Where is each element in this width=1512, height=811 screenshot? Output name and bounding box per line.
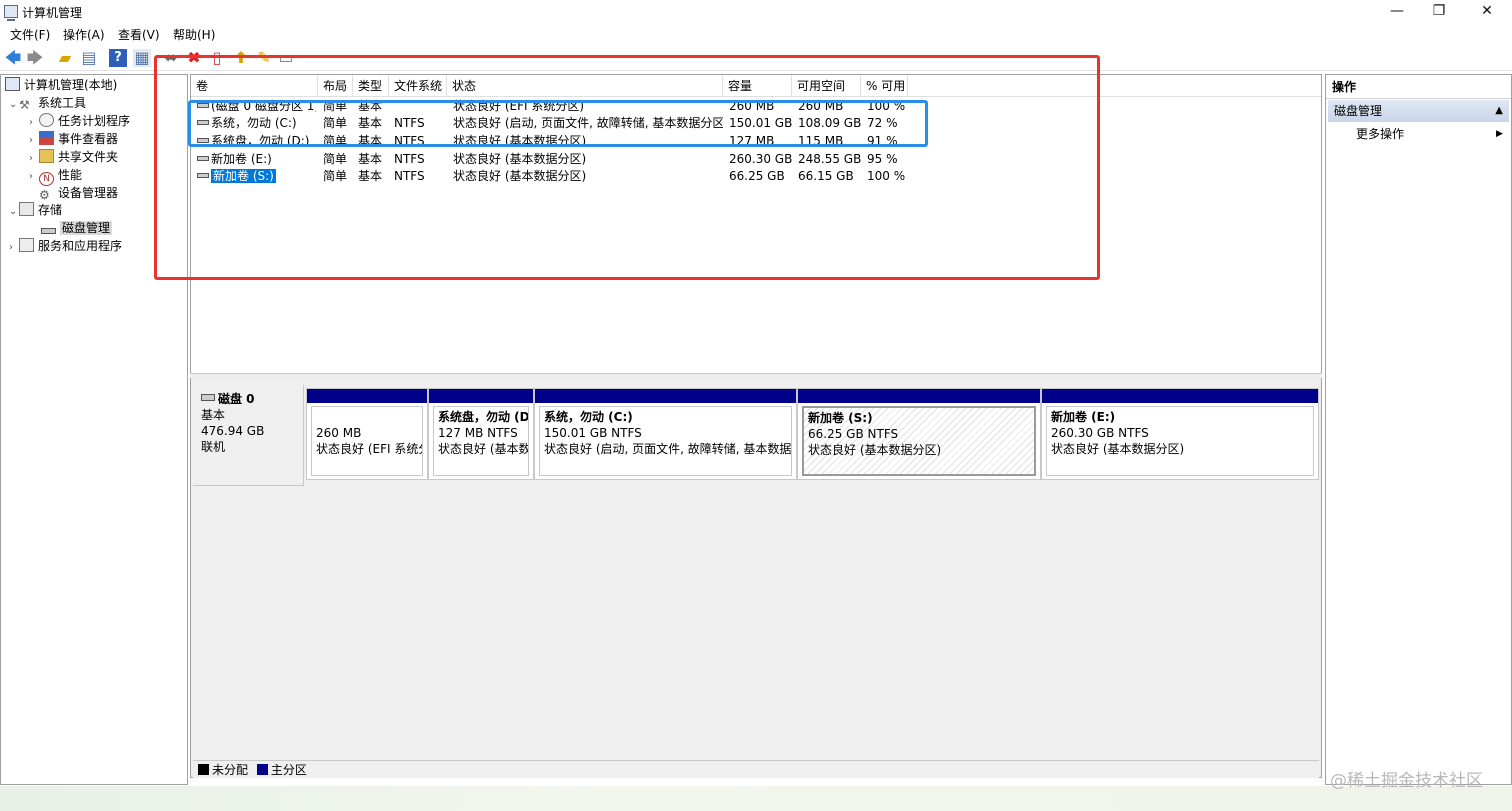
partition-status: 状态良好 (EFI 系统分区) <box>316 442 422 456</box>
disk-graphical-view: 磁盘 0 基本 476.94 GB 联机 260 MB 状态良好 (EFI 系统… <box>190 378 1322 778</box>
partition-name: 系统盘，勿动 (D <box>438 410 529 424</box>
partition-size: 66.25 GB NTFS <box>808 427 899 441</box>
partition-body: 系统盘，勿动 (D 127 MB NTFS 状态良好 (基本数据分区) <box>433 406 529 476</box>
partition-body: 系统，勿动 (C:) 150.01 GB NTFS 状态良好 (启动, 页面文件… <box>539 406 792 476</box>
more-actions-item[interactable]: 更多操作 <box>1356 125 1404 143</box>
device-manager-icon: ⚙ <box>39 188 50 202</box>
disk-0-info[interactable]: 磁盘 0 基本 476.94 GB 联机 <box>193 385 304 486</box>
legend-unallocated: 未分配 <box>212 763 249 777</box>
status-bar <box>0 786 1512 811</box>
back-arrow-icon[interactable]: 🡄 <box>4 49 22 67</box>
partition-name: 新加卷 (E:) <box>1051 410 1116 424</box>
properties-icon[interactable]: ▦ <box>133 49 151 67</box>
primary-partition-bar <box>1042 389 1318 403</box>
forward-arrow-icon[interactable]: 🡆 <box>26 49 44 67</box>
watermark: @稀土掘金技术社区 <box>1330 771 1483 791</box>
primary-partition-bar <box>307 389 427 403</box>
actions-pane: 操作 磁盘管理 ▲ 更多操作 ▶ <box>1325 74 1512 785</box>
menu-action[interactable]: 操作(A) <box>63 26 105 43</box>
partition-c[interactable]: 系统，勿动 (C:) 150.01 GB NTFS 状态良好 (启动, 页面文件… <box>534 388 797 480</box>
partition-d[interactable]: 系统盘，勿动 (D 127 MB NTFS 状态良好 (基本数据分区) <box>428 388 534 480</box>
actions-section-disk-management[interactable]: 磁盘管理 ▲ <box>1328 100 1509 122</box>
tree-item-shared-folders[interactable]: › 共享文件夹 <box>29 149 118 166</box>
partition-status: 状态良好 (基本数据分区) <box>1051 442 1185 456</box>
legend: 未分配 主分区 <box>193 760 1319 778</box>
minimize-button[interactable]: — <box>1374 0 1420 23</box>
partition-status: 状态良好 (基本数据分区) <box>438 442 529 456</box>
show-hide-tree-icon[interactable]: ▤ <box>80 49 98 67</box>
tree-item-system-tools[interactable]: ⌄ ⚒ 系统工具 <box>9 95 86 112</box>
partition-status: 状态良好 (启动, 页面文件, 故障转储, 基本数据分区) <box>544 442 792 456</box>
tree-item-disk-management[interactable]: 磁盘管理 <box>41 220 113 237</box>
tree-item-services[interactable]: › 服务和应用程序 <box>9 238 122 255</box>
actions-header: 操作 <box>1326 75 1511 99</box>
annotation-blue-box <box>188 100 928 147</box>
partition-s[interactable]: 新加卷 (S:) 66.25 GB NTFS 状态良好 (基本数据分区) <box>797 388 1041 480</box>
expand-icon[interactable]: › <box>29 132 39 149</box>
annotation-red-box <box>154 55 1100 280</box>
title-bar: 计算机管理 — ❐ ✕ <box>0 0 1512 23</box>
primary-partition-bar <box>429 389 533 403</box>
computer-icon <box>5 77 20 91</box>
menu-help[interactable]: 帮助(H) <box>173 26 215 43</box>
partition-size: 260.30 GB NTFS <box>1051 426 1149 440</box>
clock-icon <box>39 113 54 127</box>
primary-partition-bar <box>535 389 796 403</box>
window-title: 计算机管理 <box>22 6 83 20</box>
expand-icon[interactable]: › <box>29 168 39 185</box>
computer-management-icon <box>4 5 18 21</box>
tree-item-event-viewer[interactable]: › 事件查看器 <box>29 131 118 148</box>
actions-section-label: 磁盘管理 <box>1334 104 1383 118</box>
services-icon <box>19 238 34 252</box>
expand-icon[interactable]: › <box>29 114 39 131</box>
partition-size: 127 MB NTFS <box>438 426 518 440</box>
disk-type: 基本 <box>201 408 226 422</box>
submenu-arrow-icon[interactable]: ▶ <box>1496 125 1503 143</box>
unallocated-swatch <box>198 764 209 775</box>
help-icon[interactable]: ? <box>109 49 127 67</box>
event-viewer-icon <box>39 131 54 145</box>
partition-e[interactable]: 新加卷 (E:) 260.30 GB NTFS 状态良好 (基本数据分区) <box>1041 388 1319 480</box>
menu-file[interactable]: 文件(F) <box>10 26 50 43</box>
partition-size: 150.01 GB NTFS <box>544 426 642 440</box>
tree-item-device-manager[interactable]: ⚙ 设备管理器 <box>39 185 118 202</box>
partition-body: 260 MB 状态良好 (EFI 系统分区) <box>311 406 423 476</box>
tree-item-performance[interactable]: › N 性能 <box>29 167 82 186</box>
disk-size: 476.94 GB <box>201 424 265 438</box>
tree-item-task-scheduler[interactable]: › 任务计划程序 <box>29 113 130 130</box>
collapse-caret-icon[interactable]: ▲ <box>1495 100 1503 122</box>
maximize-button[interactable]: ❐ <box>1416 0 1462 23</box>
tree-item-root[interactable]: 计算机管理(本地) <box>5 77 117 94</box>
menu-bar: 文件(F) 操作(A) 查看(V) 帮助(H) <box>0 24 1512 44</box>
disk-status: 联机 <box>201 440 226 454</box>
expand-icon[interactable]: › <box>29 150 39 167</box>
tree-item-storage[interactable]: ⌄ 存储 <box>9 202 62 219</box>
collapse-icon[interactable]: ⌄ <box>9 96 19 113</box>
tools-icon: ⚒ <box>19 98 30 112</box>
partition-name: 新加卷 (S:) <box>808 411 873 425</box>
up-folder-icon[interactable]: ▰ <box>56 49 74 67</box>
partition-name <box>316 409 418 425</box>
legend-primary: 主分区 <box>270 763 307 777</box>
close-button[interactable]: ✕ <box>1464 0 1510 23</box>
storage-icon <box>19 202 34 216</box>
performance-icon: N <box>39 172 54 186</box>
collapse-icon[interactable]: ⌄ <box>9 203 19 220</box>
expand-icon[interactable]: › <box>9 239 19 256</box>
primary-swatch <box>256 764 268 775</box>
disk-name: 磁盘 0 <box>201 391 295 407</box>
primary-partition-bar <box>798 389 1040 403</box>
disk-icon <box>41 228 56 234</box>
menu-view[interactable]: 查看(V) <box>118 26 160 43</box>
partition-body: 新加卷 (E:) 260.30 GB NTFS 状态良好 (基本数据分区) <box>1046 406 1314 476</box>
shared-folder-icon <box>39 149 54 163</box>
partition-body: 新加卷 (S:) 66.25 GB NTFS 状态良好 (基本数据分区) <box>802 406 1036 476</box>
partition-name: 系统，勿动 (C:) <box>544 410 633 424</box>
partition-efi[interactable]: 260 MB 状态良好 (EFI 系统分区) <box>306 388 428 480</box>
partition-size: 260 MB <box>316 426 362 440</box>
partition-status: 状态良好 (基本数据分区) <box>808 443 942 457</box>
